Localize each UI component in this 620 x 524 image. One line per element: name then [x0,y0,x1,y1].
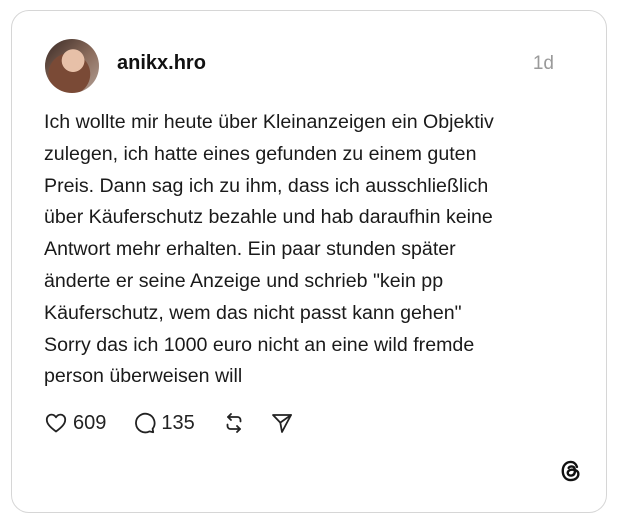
post-card: anikx.hro 1d Ich wollte mir heute über K… [11,10,607,513]
post-text-line: person überweisen will [44,365,243,388]
username[interactable]: anikx.hro [117,52,206,75]
post-text-line: über Käuferschutz bezahle und hab darauf… [44,206,493,229]
share-button[interactable] [270,411,294,435]
post-text-line: Ich wollte mir heute über Kleinanzeigen … [44,111,494,133]
post-text-line: Käuferschutz, wem das nicht passt kann g… [44,301,462,324]
post-text-line: Sorry das ich 1000 euro nicht an eine wi… [44,333,475,356]
post-text: Ich wollte mir heute über Kleinanzeigen … [44,107,584,393]
post-text-line: zulegen, ich hatte eines gefunden zu ein… [44,142,477,165]
like-count: 609 [73,411,107,434]
post-text-line: Preis. Dann sag ich zu ihm, dass ich aus… [44,174,489,197]
heart-icon [45,413,67,433]
action-bar: 609 135 [44,409,294,437]
speech-bubble-icon [135,412,156,434]
threads-logo [561,460,580,482]
repost-button[interactable] [222,411,246,435]
post-time: 1d [532,53,554,74]
reply-count: 135 [161,411,195,434]
post-text-line: änderte er seine Anzeige und schrieb "ke… [44,269,444,292]
post-text-line: Antwort mehr erhalten. Ein paar stunden … [44,238,456,261]
reply-button[interactable]: 135 [132,411,195,435]
like-button[interactable]: 609 [44,411,106,435]
send-icon [271,414,292,433]
repost-icon [226,413,242,433]
avatar[interactable] [45,39,99,93]
